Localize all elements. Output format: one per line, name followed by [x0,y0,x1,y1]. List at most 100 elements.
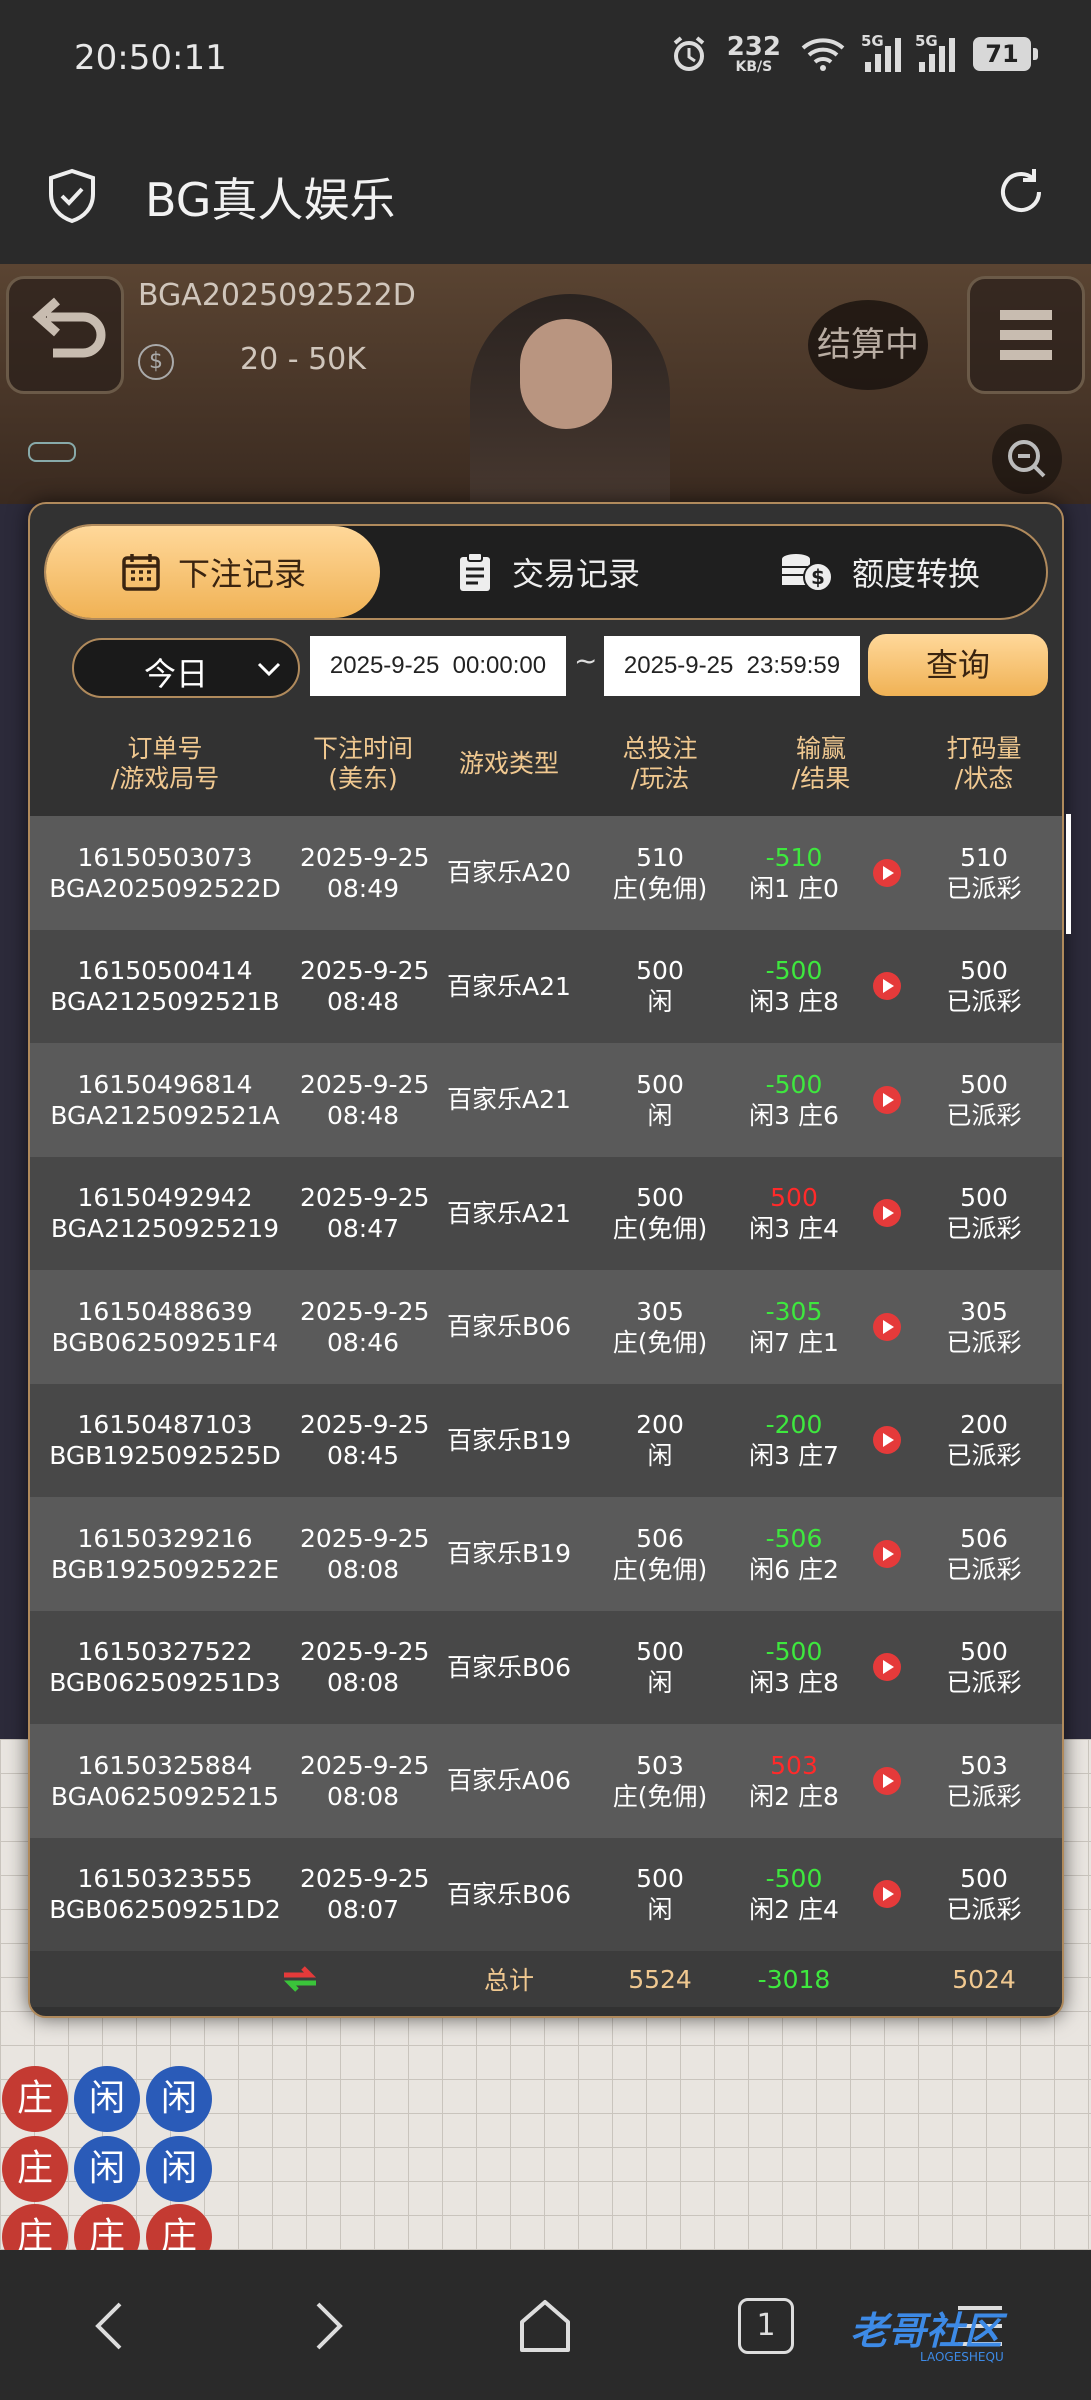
table-row[interactable]: 16150492942 BGA21250925219 2025-9-25 08:47 百… [30,1156,1062,1270]
start-datetime-input[interactable] [310,636,566,696]
play-video-icon[interactable] [873,1539,901,1568]
table-row[interactable]: 16150488639 BGB062509251F4 2025-9-25 08:46 百… [30,1270,1062,1384]
bet-cell: 500 闲 [592,1069,728,1131]
play-video-icon[interactable] [873,1426,901,1455]
round-number: BGA2125092521B [50,987,280,1017]
forward-icon[interactable] [308,2298,348,2354]
table-row[interactable]: 16150487103 BGB1925092525D 2025-9-25 08:45 百… [30,1383,1062,1497]
reload-icon[interactable] [993,164,1049,220]
winloss-amount: 500 [770,1183,818,1213]
round-result: 闲3 庄8 [749,987,839,1017]
table-row[interactable]: 16150496814 BGA2125092521A 2025-9-25 08:48 百… [30,1043,1062,1157]
play-video-icon[interactable] [873,1653,901,1682]
table-row[interactable]: 16150323555 BGB062509251D2 2025-9-25 08:07 百… [30,1837,1062,1951]
header-time: 下注时间 (美东) [312,734,413,793]
table-row[interactable]: 16150327522 BGB062509251D3 2025-9-25 08:08 百… [30,1610,1062,1724]
round-number: BGB062509251D2 [49,1895,281,1925]
record-tabs: 下注记录 交易记录 $ 额度转换 [44,524,1048,620]
refresh-arrows-icon[interactable] [280,1961,320,1997]
game-type: 百家乐B06 [447,1312,571,1342]
round-result: 闲2 庄8 [749,1781,839,1811]
bet-time: 08:08 [326,1781,400,1811]
play-video-icon[interactable] [873,858,901,887]
bet-cell: 510 庄(免佣) [592,842,728,904]
table-row[interactable]: 16150500414 BGA2125092521B 2025-9-25 08:48 百… [30,929,1062,1043]
scrollbar[interactable] [1066,814,1071,934]
order-number: 16150500414 [77,956,253,986]
order-cell: 16150325884 BGA06250925215 [30,1750,300,1812]
time-cell: 2025-9-25 08:45 [300,1409,429,1471]
tab-credit-transfer-label: 额度转换 [851,555,980,593]
play-video-icon[interactable] [873,1085,901,1114]
road-bead: 闲 [146,2066,212,2132]
replay-cell [860,972,914,1001]
table-row[interactable]: 16150329216 BGB1925092522E 2025-9-25 08:08 百… [30,1497,1062,1611]
tab-bet-records[interactable]: 下注记录 [46,526,380,618]
turnover-amount: 506 [960,1523,1008,1553]
home-icon[interactable] [516,2298,574,2354]
order-number: 16150327522 [77,1637,253,1667]
winloss-cell: -500 闲3 庄8 [728,955,860,1017]
room-id: BGA2025092522D [138,278,416,313]
bet-play: 闲 [647,1100,673,1130]
turnover-amount: 200 [960,1410,1008,1440]
bet-time: 08:46 [326,1327,400,1357]
bet-cell: 506 庄(免佣) [592,1523,728,1585]
table-header: 订单号/游戏局号 下注时间 (美东) 游戏类型 总投注/玩法 输赢/结果 打码量 /… [30,712,1062,816]
bet-time: 08:48 [326,987,400,1017]
play-video-icon[interactable] [873,1312,901,1341]
time-cell: 2025-9-25 08:49 [300,842,429,904]
alarm-icon [673,36,704,71]
round-result: 闲3 庄8 [749,1668,839,1698]
round-result: 闲1 庄0 [749,873,839,903]
time-cell: 2025-9-25 08:08 [300,1750,429,1812]
zoom-icon[interactable] [992,424,1062,494]
tab-transaction-records[interactable]: 交易记录 [380,526,714,618]
bet-play: 庄(免佣) [612,1781,708,1811]
tabs-count-button[interactable]: 1 [738,2298,794,2354]
play-video-icon[interactable] [873,1880,901,1909]
game-type: 百家乐B06 [447,1879,571,1909]
shield-icon[interactable] [46,168,98,224]
turnover-cell: 200 已派彩 [914,1409,1054,1471]
bet-amount: 500 [636,956,684,986]
chips-indicator [28,442,76,462]
table-row[interactable]: 16150325884 BGA06250925215 2025-9-25 08:08 百… [30,1724,1062,1838]
order-number: 16150503073 [77,842,253,872]
bet-play: 闲 [647,1441,673,1471]
round-result: 闲3 庄6 [749,1100,839,1130]
bet-date: 2025-9-25 [300,1296,430,1326]
tab-credit-transfer[interactable]: $ 额度转换 [714,526,1046,618]
table-row[interactable]: 16150503073 BGA2025092522D 2025-9-25 08:49 百… [30,816,1062,930]
winloss-cell: -200 闲3 庄7 [728,1409,860,1471]
play-video-icon[interactable] [873,1766,901,1795]
bet-cell: 500 闲 [592,1863,728,1925]
back-button[interactable] [6,276,124,394]
replay-cell [860,858,914,887]
bet-time: 08:45 [326,1441,400,1471]
turnover-amount: 510 [960,842,1008,872]
winloss-cell: -510 闲1 庄0 [728,842,860,904]
bet-date: 2025-9-25 [300,1183,430,1213]
payout-status: 已派彩 [946,1441,1022,1471]
play-video-icon[interactable] [873,972,901,1001]
bet-cell: 503 庄(免佣) [592,1750,728,1812]
game-type: 百家乐A20 [447,858,571,888]
payout-status: 已派彩 [946,1327,1022,1357]
back-icon[interactable] [90,2298,130,2354]
round-result: 闲2 庄4 [749,1895,839,1925]
bet-records-table: 16150503073 BGA2025092522D 2025-9-25 08:49 百… [30,816,1062,1951]
tab-transaction-records-label: 交易记录 [511,555,640,593]
day-select[interactable]: 今日 [72,638,300,698]
menu-button[interactable] [967,276,1085,394]
end-datetime-input[interactable] [604,636,860,696]
bet-date: 2025-9-25 [300,1069,430,1099]
turnover-cell: 510 已派彩 [914,842,1054,904]
order-number: 16150492942 [77,1183,253,1213]
payout-status: 已派彩 [946,1214,1022,1244]
play-video-icon[interactable] [873,1199,901,1228]
query-button[interactable]: 查询 [868,634,1048,696]
round-number: BGB1925092522E [50,1554,280,1584]
winloss-amount: -500 [765,956,823,986]
time-cell: 2025-9-25 08:48 [300,955,429,1017]
